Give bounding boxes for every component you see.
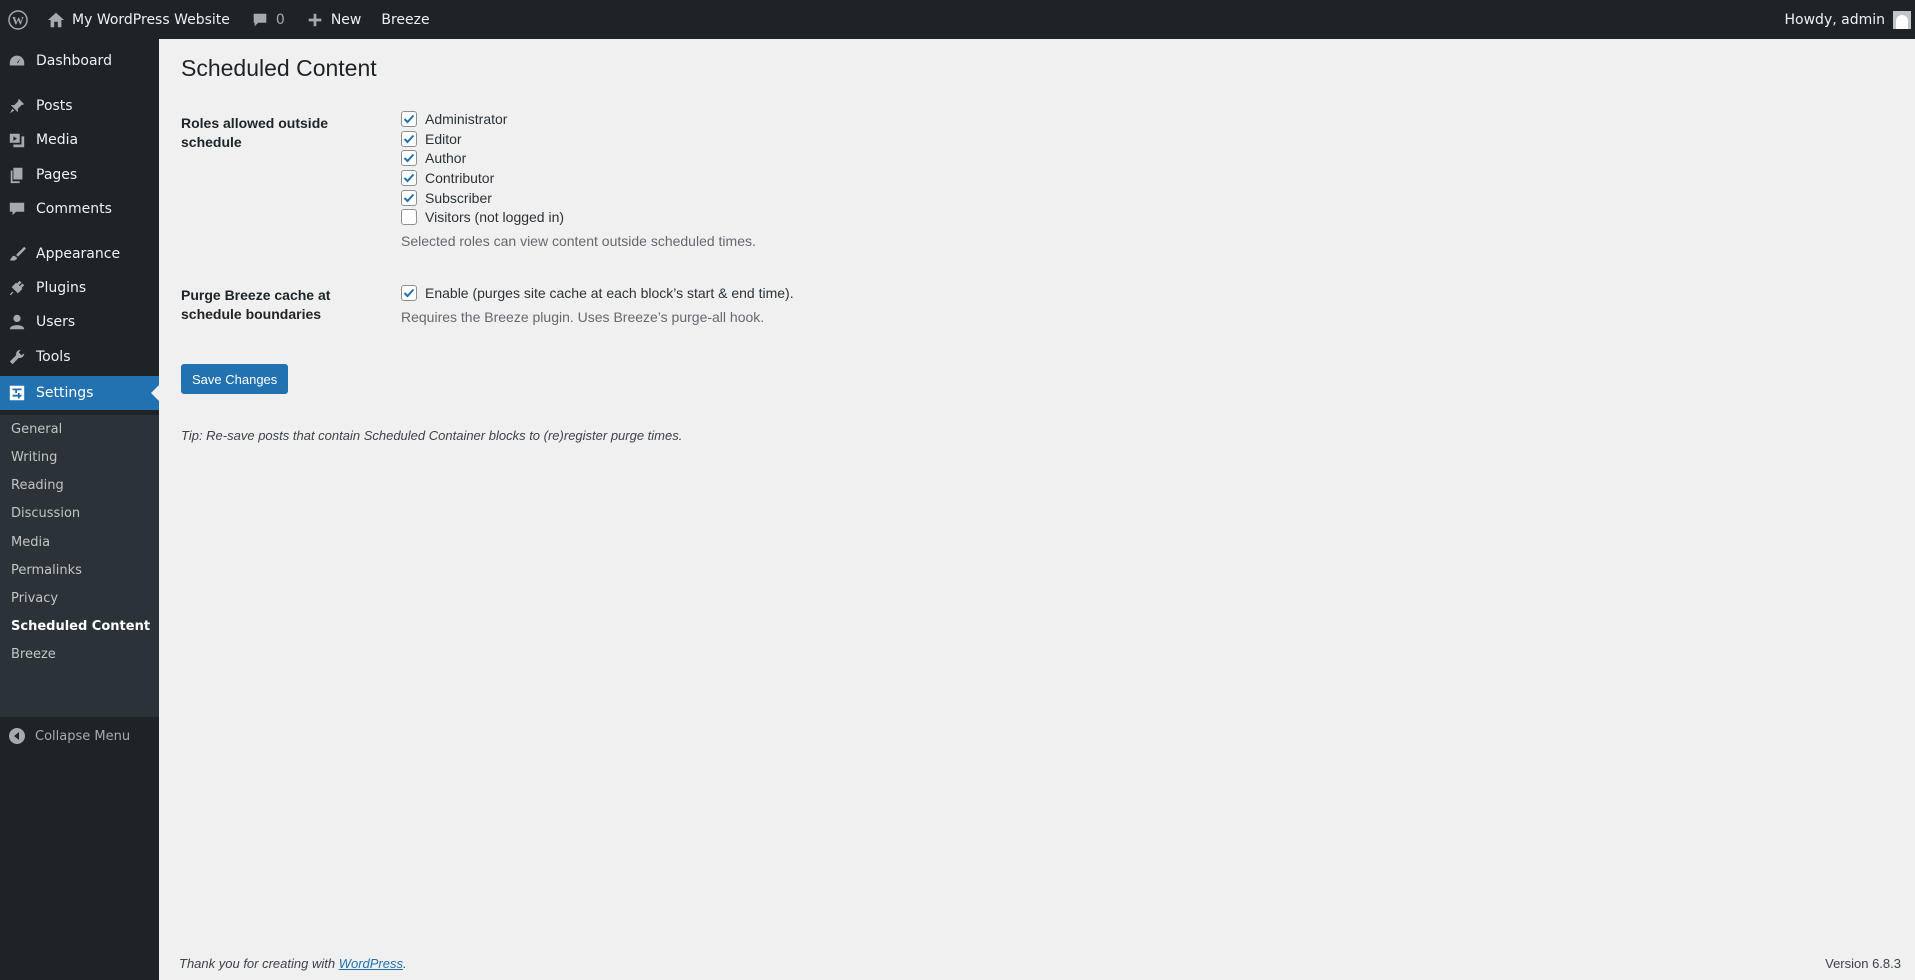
checkbox-label: Administrator xyxy=(425,111,508,127)
sidebar-item-pages[interactable]: Pages xyxy=(0,158,159,192)
sidebar-item-label: Pages xyxy=(36,167,78,183)
site-name-link[interactable]: My WordPress Website xyxy=(36,0,240,39)
breeze-label: Breeze xyxy=(381,11,430,28)
sidebar-item-label: Dashboard xyxy=(36,53,112,69)
role-checkbox-editor[interactable]: Editor xyxy=(401,129,462,149)
comment-icon xyxy=(7,199,27,219)
checkbox[interactable] xyxy=(401,150,417,166)
brush-icon xyxy=(7,244,27,264)
comments-count: 0 xyxy=(275,11,285,28)
my-account-link[interactable]: Howdy, admin xyxy=(1775,0,1915,39)
settings-icon xyxy=(7,383,27,403)
new-content-link[interactable]: New xyxy=(295,0,372,39)
dashboard-icon xyxy=(7,51,27,71)
submenu-item-writing[interactable]: Writing xyxy=(11,446,57,468)
plug-icon xyxy=(7,278,27,298)
sidebar-item-label: Plugins xyxy=(36,280,87,296)
user-icon xyxy=(7,312,27,332)
submenu-item-general[interactable]: General xyxy=(11,418,62,440)
comment-icon xyxy=(250,10,270,30)
sidebar-item-plugins[interactable]: Plugins xyxy=(0,271,159,305)
sidebar-item-label: Tools xyxy=(36,349,71,365)
page-title: Scheduled Content xyxy=(181,55,377,81)
comments-link[interactable]: 0 xyxy=(240,0,295,39)
sidebar-item-users[interactable]: Users xyxy=(0,305,159,339)
role-checkbox-administrator[interactable]: Administrator xyxy=(401,109,507,129)
checkbox-label: Subscriber xyxy=(425,190,492,206)
footer-thanks-suffix: . xyxy=(403,956,407,971)
wrench-icon xyxy=(7,347,27,367)
checkbox-label: Visitors (not logged in) xyxy=(425,209,565,225)
sidebar-item-label: Appearance xyxy=(36,246,121,262)
sidebar-item-comments[interactable]: Comments xyxy=(0,192,159,226)
checkbox-label: Editor xyxy=(425,131,462,147)
svg-text:W: W xyxy=(12,13,24,27)
sidebar-item-tools[interactable]: Tools xyxy=(0,340,159,374)
role-checkbox-subscriber[interactable]: Subscriber xyxy=(401,188,492,208)
role-checkbox-visitors[interactable]: Visitors (not logged in) xyxy=(401,207,564,227)
submenu-item-privacy[interactable]: Privacy xyxy=(11,587,58,609)
purge-label: Purge Breeze cache at schedule boundarie… xyxy=(181,287,331,322)
sidebar-item-label: Posts xyxy=(36,98,73,114)
sidebar-item-appearance[interactable]: Appearance xyxy=(0,237,159,271)
sidebar-item-label: Media xyxy=(36,132,79,148)
avatar xyxy=(1893,10,1911,29)
footer-thanks: Thank you for creating with WordPress. xyxy=(179,956,407,971)
checkbox[interactable] xyxy=(401,209,417,225)
checkbox[interactable] xyxy=(401,285,417,301)
plus-icon xyxy=(305,10,325,30)
submenu-item-permalinks[interactable]: Permalinks xyxy=(11,559,82,581)
sidebar-item-label: Settings xyxy=(36,385,94,401)
sidebar-item-label: Users xyxy=(36,314,76,330)
checkbox[interactable] xyxy=(401,111,417,127)
admin-menu: Dashboard Posts Media Pages Comments App… xyxy=(0,39,159,980)
media-icon xyxy=(7,130,27,150)
checkbox[interactable] xyxy=(401,190,417,206)
checkbox[interactable] xyxy=(401,170,417,186)
sidebar-item-media[interactable]: Media xyxy=(0,123,159,157)
submenu-item-media[interactable]: Media xyxy=(11,531,50,553)
checkbox[interactable] xyxy=(401,131,417,147)
checkbox-label: Author xyxy=(425,150,467,166)
sidebar-item-posts[interactable]: Posts xyxy=(0,89,159,123)
roles-description: Selected roles can view content outside … xyxy=(401,233,756,249)
howdy-text: Howdy, admin xyxy=(1784,11,1885,28)
roles-label: Roles allowed outside schedule xyxy=(181,115,329,150)
role-checkbox-contributor[interactable]: Contributor xyxy=(401,168,494,188)
admin-bar: W My WordPress Website 0 New Breeze Howd… xyxy=(0,0,1915,39)
site-name: My WordPress Website xyxy=(72,11,230,28)
purge-enable-checkbox[interactable]: Enable (purges site cache at each block’… xyxy=(401,283,794,303)
pin-icon xyxy=(7,96,27,116)
main-content: Scheduled Content Roles allowed outside … xyxy=(159,39,1915,980)
wordpress-link[interactable]: WordPress xyxy=(339,956,403,971)
collapse-menu-label: Collapse Menu xyxy=(35,728,131,744)
submenu-item-scheduled-content[interactable]: Scheduled Content xyxy=(11,615,150,637)
sidebar-item-label: Comments xyxy=(36,201,112,217)
collapse-menu-button[interactable]: Collapse Menu xyxy=(0,721,130,751)
collapse-arrow-icon xyxy=(9,728,25,744)
sidebar-item-settings[interactable]: Settings xyxy=(0,376,159,410)
purge-description: Requires the Breeze plugin. Uses Breeze’… xyxy=(401,309,765,325)
checkbox-label: Contributor xyxy=(425,170,495,186)
sidebar-item-dashboard[interactable]: Dashboard xyxy=(0,44,159,78)
pages-icon xyxy=(7,165,27,185)
breeze-link[interactable]: Breeze xyxy=(371,0,439,39)
submenu-item-reading[interactable]: Reading xyxy=(11,474,64,496)
footer-version: Version 6.8.3 xyxy=(1825,956,1901,971)
wordpress-logo-icon[interactable]: W xyxy=(0,0,36,39)
save-changes-button[interactable]: Save Changes xyxy=(181,364,289,394)
home-icon xyxy=(46,10,66,30)
role-checkbox-author[interactable]: Author xyxy=(401,148,466,168)
checkbox-label: Enable (purges site cache at each block’… xyxy=(425,285,794,301)
submenu-item-breeze[interactable]: Breeze xyxy=(11,643,56,665)
submenu-item-discussion[interactable]: Discussion xyxy=(11,502,80,524)
footer-thanks-prefix: Thank you for creating with xyxy=(179,956,339,971)
tip-text: Tip: Re-save posts that contain Schedule… xyxy=(181,428,683,443)
new-label: New xyxy=(330,11,362,28)
settings-submenu: General Writing Reading Discussion Media… xyxy=(0,415,159,717)
